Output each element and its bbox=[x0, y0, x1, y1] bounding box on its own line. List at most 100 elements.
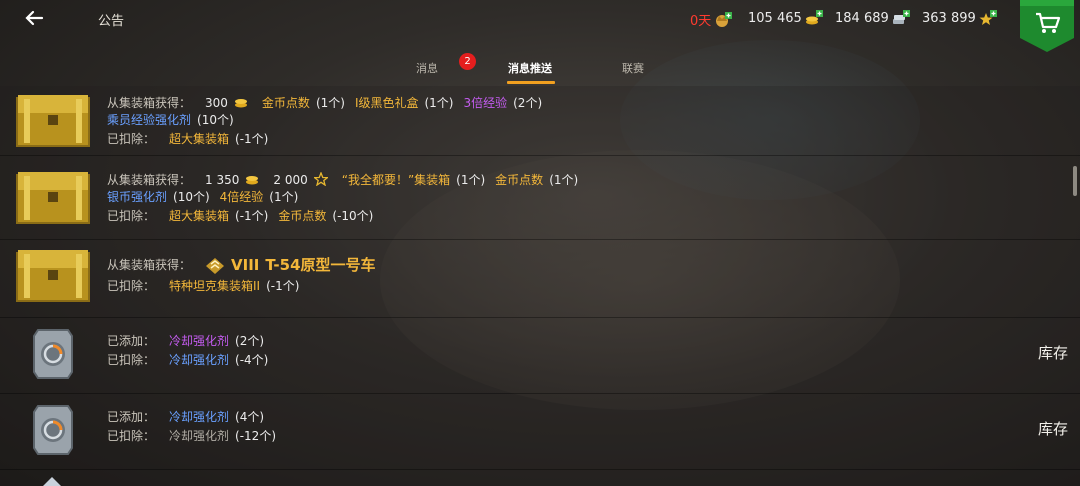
item-qty: (1个) bbox=[456, 173, 486, 187]
row-line: 已扣除： 冷却强化剂 (-4个) bbox=[107, 351, 268, 368]
row-line: 已添加： 冷却强化剂 (4个) bbox=[107, 408, 264, 425]
item-qty: (2个) bbox=[235, 334, 265, 348]
item-name: 金币点数 bbox=[495, 173, 544, 187]
unread-badge: 2 bbox=[459, 53, 476, 70]
item-qty: (1个) bbox=[549, 173, 579, 187]
row-line: 从集装箱获得： VIII T-54原型一号车 bbox=[107, 254, 376, 275]
item-qty: (-12个) bbox=[235, 429, 276, 443]
gold-balance-value: 105 465 bbox=[748, 10, 802, 26]
label: 已添加： bbox=[107, 410, 156, 424]
list-item bbox=[0, 470, 1080, 486]
free-xp-icon bbox=[979, 10, 997, 26]
item-qty: (-1个) bbox=[235, 132, 269, 146]
item-qty: (4个) bbox=[235, 410, 265, 424]
item-name: 冷却强化剂 bbox=[169, 410, 230, 424]
item-qty: (-1个) bbox=[235, 209, 269, 223]
shop-button[interactable] bbox=[1020, 0, 1074, 52]
item-name: 银币强化剂 bbox=[107, 190, 168, 204]
xp-value: 2 000 bbox=[273, 172, 308, 187]
item-name: 冷却强化剂 bbox=[169, 334, 230, 348]
row-line: 从集装箱获得： 300 金币点数 (1个) I级黑色礼盒 (1个) 3倍经验 (… bbox=[107, 94, 542, 111]
item-name: 超大集装箱 bbox=[169, 209, 230, 223]
item-name: 超大集装箱 bbox=[169, 132, 230, 146]
label: 从集装箱获得： bbox=[107, 173, 192, 187]
tab-push-messages[interactable]: 消息推送 bbox=[508, 60, 552, 76]
tab-bar: 消息 消息推送 联赛 bbox=[0, 52, 1080, 86]
item-name: 4倍经验 bbox=[219, 190, 264, 204]
tank-name[interactable]: T-54原型一号车 bbox=[265, 254, 375, 275]
item-name: 特种坦克集装箱II bbox=[169, 279, 261, 293]
item-name: I级黑色礼盒 bbox=[354, 96, 419, 110]
item-qty: (10个) bbox=[173, 190, 210, 204]
item-qty: (10个) bbox=[197, 113, 234, 127]
coins-value: 1 350 bbox=[205, 172, 240, 187]
row-line: 已扣除： 特种坦克集装箱II (-1个) bbox=[107, 277, 299, 294]
item-name: 冷却强化剂 bbox=[169, 353, 230, 367]
label: 已添加： bbox=[107, 334, 156, 348]
gold-coins-icon bbox=[245, 172, 263, 188]
cooldown-booster-icon bbox=[28, 326, 78, 384]
item-name: “我全都要！”集装箱 bbox=[341, 173, 451, 187]
row-line: 乘员经验强化剂 (10个) bbox=[107, 111, 234, 128]
row-line: 已添加： 冷却强化剂 (2个) bbox=[107, 332, 264, 349]
item-name: 3倍经验 bbox=[463, 96, 508, 110]
item-qty: (1个) bbox=[424, 96, 454, 110]
label: 从集装箱获得： bbox=[107, 96, 192, 110]
label: 从集装箱获得： bbox=[107, 258, 192, 272]
item-qty: (2个) bbox=[513, 96, 543, 110]
premium-days-icon bbox=[714, 11, 733, 28]
label: 已扣除： bbox=[107, 132, 156, 146]
list-item: 已添加： 冷却强化剂 (4个) 已扣除： 冷却强化剂 (-12个) 库存 bbox=[0, 394, 1080, 470]
item-qty: (1个) bbox=[269, 190, 299, 204]
list-item: 从集装箱获得： 1 350 2 000 “我全都要！”集装箱 (1个) 金币点数… bbox=[0, 156, 1080, 240]
coins-value: 300 bbox=[205, 95, 228, 110]
tier-rank-icon bbox=[205, 257, 225, 274]
row-line: 已扣除： 超大集装箱 (-1个) 金币点数 (-10个) bbox=[107, 207, 373, 224]
back-arrow-icon[interactable] bbox=[22, 6, 46, 30]
free-xp-icon bbox=[313, 171, 332, 188]
page-title: 公告 bbox=[98, 14, 125, 29]
premium-days[interactable]: 0天 bbox=[690, 10, 733, 29]
gold-crate-icon bbox=[14, 91, 92, 149]
row-line: 银币强化剂 (10个) 4倍经验 (1个) bbox=[107, 188, 298, 205]
inventory-button[interactable]: 库存 bbox=[1038, 418, 1068, 439]
row-line: 已扣除： 冷却强化剂 (-12个) bbox=[107, 427, 276, 444]
item-qty: (1个) bbox=[315, 96, 345, 110]
item-qty: (-10个) bbox=[332, 209, 374, 223]
item-qty: (-1个) bbox=[266, 279, 300, 293]
scrollbar[interactable] bbox=[1073, 166, 1077, 196]
label: 已扣除： bbox=[107, 279, 156, 293]
premium-days-value: 0天 bbox=[690, 14, 712, 29]
tank-tier: VIII bbox=[231, 255, 260, 274]
item-name: 乘员经验强化剂 bbox=[107, 113, 192, 127]
top-bar: 公告 0天 105 465 184 689 363 899 bbox=[0, 0, 1080, 52]
credits-balance[interactable]: 184 689 bbox=[835, 10, 910, 26]
item-qty: (-4个) bbox=[235, 353, 269, 367]
label: 已扣除： bbox=[107, 429, 156, 443]
partial-item-icon bbox=[30, 474, 74, 486]
message-list[interactable]: 从集装箱获得： 300 金币点数 (1个) I级黑色礼盒 (1个) 3倍经验 (… bbox=[0, 86, 1080, 486]
label: 已扣除： bbox=[107, 209, 156, 223]
inventory-button[interactable]: 库存 bbox=[1038, 342, 1068, 363]
item-name: 金币点数 bbox=[261, 96, 310, 110]
gold-crate-icon bbox=[14, 246, 92, 304]
cooldown-booster-icon bbox=[28, 402, 78, 460]
gold-coins-icon bbox=[234, 95, 252, 111]
gold-balance[interactable]: 105 465 bbox=[748, 10, 823, 26]
gold-crate-icon bbox=[14, 168, 92, 226]
credits-balance-value: 184 689 bbox=[835, 10, 889, 26]
item-name: 冷却强化剂 bbox=[169, 429, 230, 443]
label: 已扣除： bbox=[107, 353, 156, 367]
row-line: 已扣除： 超大集装箱 (-1个) bbox=[107, 130, 268, 147]
gold-coins-icon bbox=[805, 10, 823, 26]
free-xp-balance[interactable]: 363 899 bbox=[922, 10, 997, 26]
tab-messages[interactable]: 消息 bbox=[416, 60, 438, 76]
list-item: 从集装箱获得： 300 金币点数 (1个) I级黑色礼盒 (1个) 3倍经验 (… bbox=[0, 86, 1080, 156]
silver-credits-icon bbox=[892, 10, 910, 26]
row-line: 从集装箱获得： 1 350 2 000 “我全都要！”集装箱 (1个) 金币点数… bbox=[107, 171, 578, 188]
free-xp-balance-value: 363 899 bbox=[922, 10, 976, 26]
list-item: 已添加： 冷却强化剂 (2个) 已扣除： 冷却强化剂 (-4个) 库存 bbox=[0, 318, 1080, 394]
active-tab-indicator bbox=[507, 81, 555, 84]
tab-league[interactable]: 联赛 bbox=[622, 60, 644, 76]
item-name: 金币点数 bbox=[278, 209, 327, 223]
